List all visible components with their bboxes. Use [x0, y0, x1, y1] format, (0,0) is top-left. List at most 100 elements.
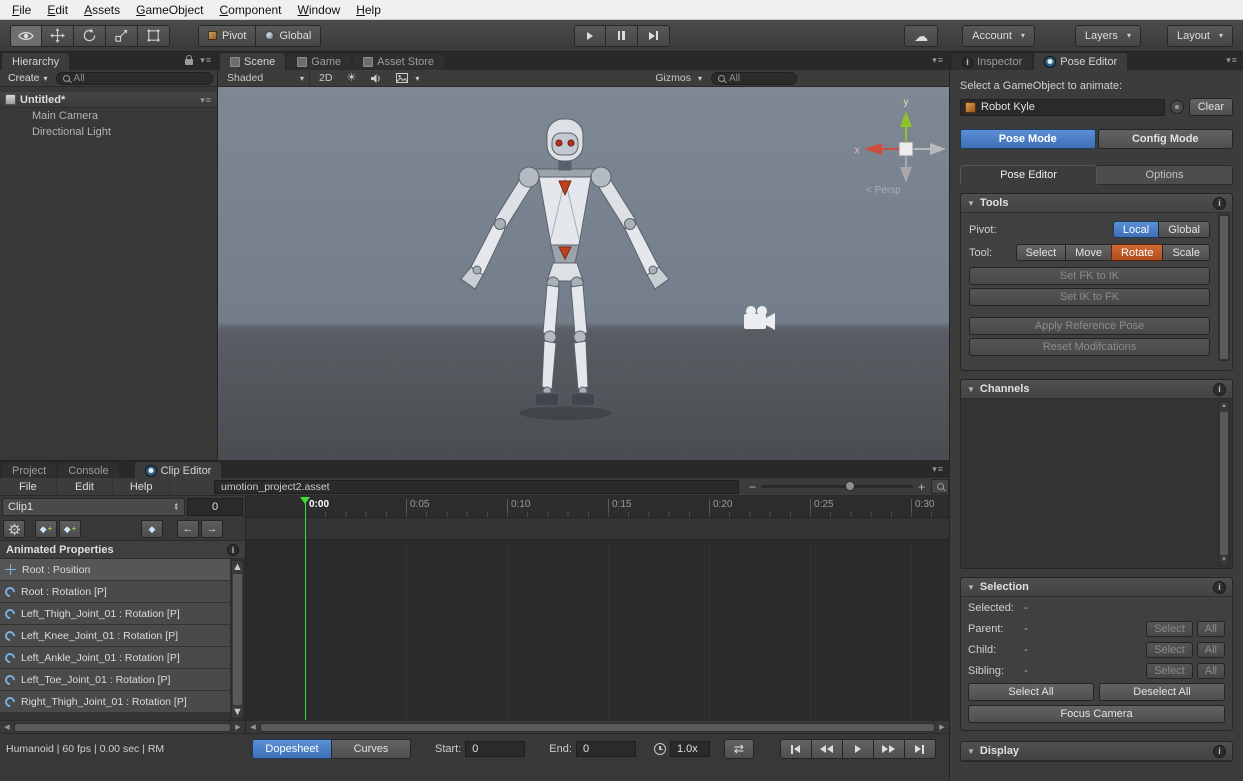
- add-key-button[interactable]: [35, 520, 57, 538]
- settings-button[interactable]: [3, 520, 25, 538]
- playhead-marker[interactable]: [300, 497, 310, 509]
- menu-gameobject[interactable]: GameObject: [128, 0, 211, 20]
- tool-rotate-button[interactable]: Rotate: [1111, 244, 1163, 261]
- clip-menu-help[interactable]: Help: [113, 478, 170, 496]
- timeline-hscrollbar[interactable]: [246, 720, 949, 733]
- timeline-search-button[interactable]: [931, 479, 949, 494]
- layout-dropdown[interactable]: Layout: [1167, 25, 1233, 47]
- panel-menu-icon[interactable]: [932, 464, 944, 475]
- move-tool-button[interactable]: [42, 25, 74, 47]
- tool-scale-button[interactable]: Scale: [1162, 244, 1210, 261]
- view-tool-button[interactable]: [10, 25, 42, 47]
- child-select-button[interactable]: Select: [1146, 642, 1193, 658]
- subtab-pose-editor[interactable]: Pose Editor: [960, 165, 1097, 185]
- deselect-all-button[interactable]: Deselect All: [1099, 683, 1225, 701]
- channels-scrollbar[interactable]: [1218, 401, 1230, 566]
- scene-header-row[interactable]: Untitled*: [0, 92, 217, 108]
- scroll-right-arrow[interactable]: [232, 723, 244, 731]
- scroll-up-arrow[interactable]: [1219, 402, 1229, 411]
- property-row[interactable]: Right_Thigh_Joint_01 : Rotation [P]: [0, 691, 230, 712]
- select-all-button[interactable]: Select All: [968, 683, 1094, 701]
- timeline-ruler[interactable]: 0:00 0:05 0:10 0:15 0:20 0:25 0:30: [246, 496, 949, 518]
- sibling-all-button[interactable]: All: [1197, 663, 1225, 679]
- channels-list[interactable]: [961, 399, 1232, 568]
- tab-inspector[interactable]: Inspector: [952, 54, 1032, 70]
- scene-viewport[interactable]: y x < Persp: [218, 87, 949, 460]
- rotate-tool-button[interactable]: [74, 25, 106, 47]
- tab-asset-store[interactable]: Asset Store: [353, 54, 444, 70]
- zoom-slider[interactable]: [761, 485, 913, 488]
- pivot-toggle[interactable]: Pivot: [198, 25, 256, 47]
- scroll-right-arrow[interactable]: [936, 723, 948, 731]
- zoom-in-button[interactable]: +: [918, 481, 925, 493]
- tab-hierarchy[interactable]: Hierarchy: [2, 53, 69, 70]
- parent-select-button[interactable]: Select: [1146, 621, 1193, 637]
- target-object-field[interactable]: Robot Kyle: [960, 99, 1165, 116]
- dopesheet-tab[interactable]: Dopesheet: [252, 739, 332, 759]
- menu-component[interactable]: Component: [211, 0, 289, 20]
- apply-reference-pose-button[interactable]: Apply Reference Pose: [969, 317, 1210, 335]
- tab-scene[interactable]: Scene: [220, 53, 285, 70]
- frame-number-field[interactable]: 0: [187, 498, 243, 516]
- global-toggle[interactable]: Global: [256, 25, 321, 47]
- info-icon[interactable]: [1213, 197, 1226, 210]
- set-ik-to-fk-button[interactable]: Set IK to FK: [969, 288, 1210, 306]
- panel-menu-icon[interactable]: [1226, 55, 1238, 66]
- add-key-all-button[interactable]: [59, 520, 81, 538]
- zoom-out-button[interactable]: −: [749, 481, 756, 493]
- focus-camera-button[interactable]: Focus Camera: [968, 705, 1225, 723]
- gizmos-dropdown[interactable]: Gizmos: [650, 71, 707, 86]
- fast-forward-button[interactable]: [873, 739, 905, 759]
- property-row[interactable]: Root : Rotation [P]: [0, 581, 230, 602]
- parent-all-button[interactable]: All: [1197, 621, 1225, 637]
- audio-toggle[interactable]: [365, 71, 387, 86]
- set-fk-to-ik-button[interactable]: Set FK to IK: [969, 267, 1210, 285]
- create-button[interactable]: Create: [4, 72, 52, 84]
- tool-move-button[interactable]: Move: [1065, 244, 1112, 261]
- key-options-button[interactable]: [141, 520, 163, 538]
- hierarchy-item-directional-light[interactable]: Directional Light: [0, 124, 217, 140]
- scroll-down-arrow[interactable]: [232, 706, 243, 718]
- clear-button[interactable]: Clear: [1189, 98, 1233, 116]
- info-icon[interactable]: [1213, 383, 1226, 396]
- panel-menu-icon[interactable]: [932, 55, 944, 66]
- play-button[interactable]: [574, 25, 606, 47]
- animated-properties-header[interactable]: Animated Properties: [0, 540, 245, 559]
- playback-speed-field[interactable]: 1.0x: [670, 741, 710, 757]
- lighting-toggle[interactable]: ☀: [341, 71, 361, 86]
- scene-orientation-gizmo[interactable]: y x: [850, 91, 949, 191]
- menu-file[interactable]: File: [4, 0, 39, 20]
- reset-modifications-button[interactable]: Reset Modifcations: [969, 338, 1210, 356]
- hierarchy-search-input[interactable]: All: [56, 72, 213, 85]
- property-row[interactable]: Left_Knee_Joint_01 : Rotation [P]: [0, 625, 230, 646]
- robot-character[interactable]: [455, 117, 675, 447]
- 2d-toggle[interactable]: 2D: [314, 71, 337, 86]
- tools-scrollbar[interactable]: [1218, 214, 1230, 361]
- panel-menu-icon[interactable]: [200, 55, 212, 66]
- hierarchy-item-main-camera[interactable]: Main Camera: [0, 108, 217, 124]
- curves-tab[interactable]: Curves: [331, 739, 411, 759]
- camera-gizmo-icon[interactable]: [740, 305, 776, 333]
- menu-window[interactable]: Window: [290, 0, 349, 20]
- tab-game[interactable]: Game: [287, 54, 351, 70]
- child-all-button[interactable]: All: [1197, 642, 1225, 658]
- timeline-area[interactable]: 0:00 0:05 0:10 0:15 0:20 0:25 0:30: [246, 496, 949, 733]
- tools-header[interactable]: Tools: [961, 194, 1232, 213]
- tab-clip-editor[interactable]: Clip Editor: [135, 462, 222, 479]
- playhead-line[interactable]: [305, 503, 306, 720]
- account-dropdown[interactable]: Account: [962, 25, 1035, 47]
- sibling-select-button[interactable]: Select: [1146, 663, 1193, 679]
- property-row[interactable]: Left_Thigh_Joint_01 : Rotation [P]: [0, 603, 230, 624]
- step-button[interactable]: [638, 25, 670, 47]
- project-asset-field[interactable]: umotion_project2.asset: [214, 480, 739, 494]
- master-keyframe-track[interactable]: [246, 518, 949, 540]
- rewind-button[interactable]: [811, 739, 843, 759]
- scale-tool-button[interactable]: [106, 25, 138, 47]
- menu-assets[interactable]: Assets: [76, 0, 128, 20]
- properties-scrollbar[interactable]: [231, 560, 244, 719]
- loop-toggle-button[interactable]: [724, 739, 754, 759]
- lock-icon[interactable]: [185, 59, 193, 65]
- info-icon[interactable]: [1213, 745, 1226, 758]
- perspective-label[interactable]: < Persp: [866, 185, 901, 196]
- layers-dropdown[interactable]: Layers: [1075, 25, 1141, 47]
